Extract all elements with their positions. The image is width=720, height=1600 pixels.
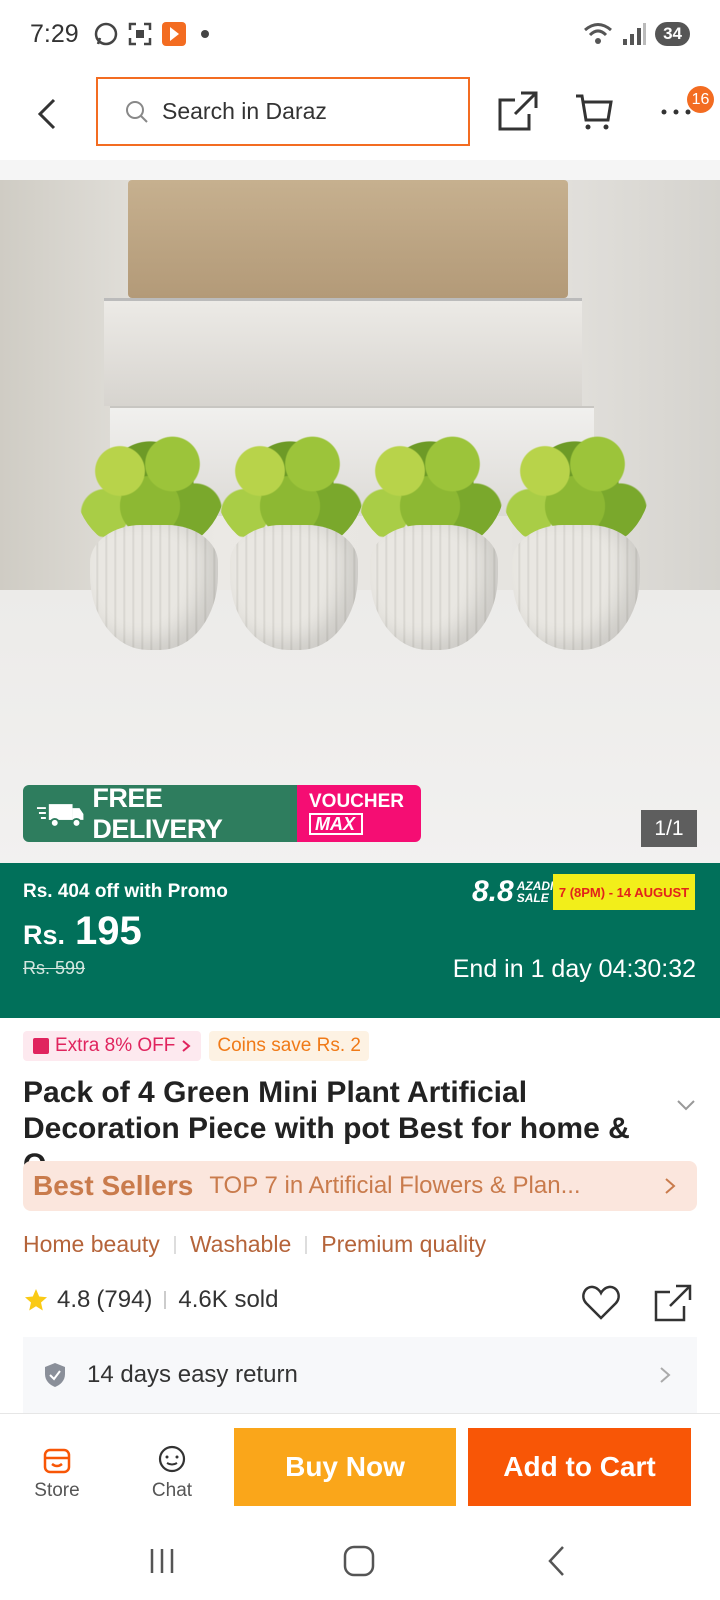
extra-off-tag[interactable]: Extra 8% OFF [23, 1031, 202, 1061]
free-delivery-label: FREE DELIVERY [92, 785, 223, 842]
status-time: 7:29 [30, 19, 79, 48]
back-arrow-icon[interactable] [30, 92, 66, 136]
price-band: Rs. 404 off with Promo Rs. 195 Rs. 599 8… [0, 863, 720, 1018]
sale-logo: 8.8 AZADI SALE [472, 875, 554, 908]
battery-level: 34 [655, 22, 690, 46]
bottom-action-bar: Store Chat Buy Now Add to Cart [0, 1413, 720, 1521]
chat-icon [158, 1445, 186, 1473]
feature-tags: Home beauty Washable Premium quality [23, 1231, 486, 1258]
star-icon [25, 1289, 47, 1311]
more-notifications-dot [200, 30, 209, 38]
feature-tag: Premium quality [321, 1231, 487, 1257]
promo-tags: Extra 8% OFF Coins save Rs. 2 [23, 1031, 369, 1061]
search-icon [126, 100, 148, 123]
current-price: Rs. 195 [23, 909, 142, 953]
shield-check-icon [45, 1363, 65, 1387]
search-box[interactable] [96, 77, 470, 146]
home-icon[interactable] [339, 1543, 379, 1579]
best-sellers-rank[interactable]: Best Sellers TOP 7 in Artificial Flowers… [23, 1161, 697, 1211]
daraz-app-icon [161, 22, 186, 46]
cardboard-box [128, 180, 568, 298]
sale-dates: 7 (8PM) - 14 AUGUST [553, 874, 695, 910]
notification-badge: 16 [687, 86, 714, 113]
search-input[interactable] [162, 98, 442, 125]
status-right: 34 [583, 21, 690, 47]
original-price: Rs. 599 [23, 958, 86, 978]
recent-apps-icon[interactable] [142, 1543, 182, 1579]
add-to-cart-button[interactable]: Add to Cart [468, 1428, 691, 1506]
whatsapp-icon [94, 22, 117, 46]
sold-count: 4.6K sold [178, 1286, 279, 1313]
store-icon [43, 1448, 71, 1474]
feature-tag: Home beauty [23, 1231, 160, 1257]
signal-icon [623, 23, 647, 45]
return-policy-row[interactable]: 14 days easy return [23, 1337, 697, 1413]
sale-countdown: End in 1 day 04:30:32 [452, 955, 696, 983]
rating-row[interactable]: 4.8 (794) 4.6K sold [23, 1286, 278, 1314]
share-icon[interactable] [653, 1283, 693, 1323]
best-sellers-logo: Best Sellers [33, 1170, 194, 1201]
image-counter: 1/1 [641, 810, 697, 847]
chevron-down-icon[interactable] [675, 1098, 697, 1112]
wifi-icon [584, 23, 613, 44]
delivery-truck-icon [36, 803, 84, 828]
free-delivery-badge: FREE DELIVERY [23, 785, 297, 842]
white-box [104, 298, 582, 406]
coins-tag: Coins save Rs. 2 [209, 1031, 369, 1061]
back-icon[interactable] [538, 1543, 578, 1579]
rating-score: 4.8 [57, 1286, 91, 1313]
feature-tag: Washable [189, 1231, 292, 1257]
status-bar: 7:29 34 [0, 0, 720, 68]
scan-icon [128, 22, 151, 46]
chevron-right-icon [182, 1040, 191, 1052]
cart-icon[interactable] [574, 92, 614, 132]
chevron-right-icon [660, 1367, 671, 1383]
buy-now-button[interactable]: Buy Now [234, 1428, 456, 1506]
store-button[interactable]: Store [22, 1444, 92, 1502]
header-separator [0, 160, 720, 180]
system-nav-bar [0, 1521, 720, 1600]
chevron-right-icon [665, 1178, 676, 1194]
share-icon[interactable] [497, 90, 539, 132]
notification-icons [93, 21, 209, 47]
product-image[interactable]: FREE DELIVERY VOUCHER MAX 1/1 [0, 180, 720, 863]
return-policy-label: 14 days easy return [87, 1361, 298, 1388]
best-sellers-text: TOP 7 in Artificial Flowers & Plan... [209, 1172, 581, 1199]
voucher-max-badge: VOUCHER MAX [297, 785, 421, 842]
promo-discount-text: Rs. 404 off with Promo [23, 881, 228, 902]
rating-count: (794) [96, 1286, 153, 1313]
promo-banner: FREE DELIVERY VOUCHER MAX [23, 785, 421, 842]
wishlist-heart-icon[interactable] [581, 1283, 621, 1321]
chat-button[interactable]: Chat [137, 1444, 207, 1502]
voucher-icon [33, 1038, 49, 1054]
